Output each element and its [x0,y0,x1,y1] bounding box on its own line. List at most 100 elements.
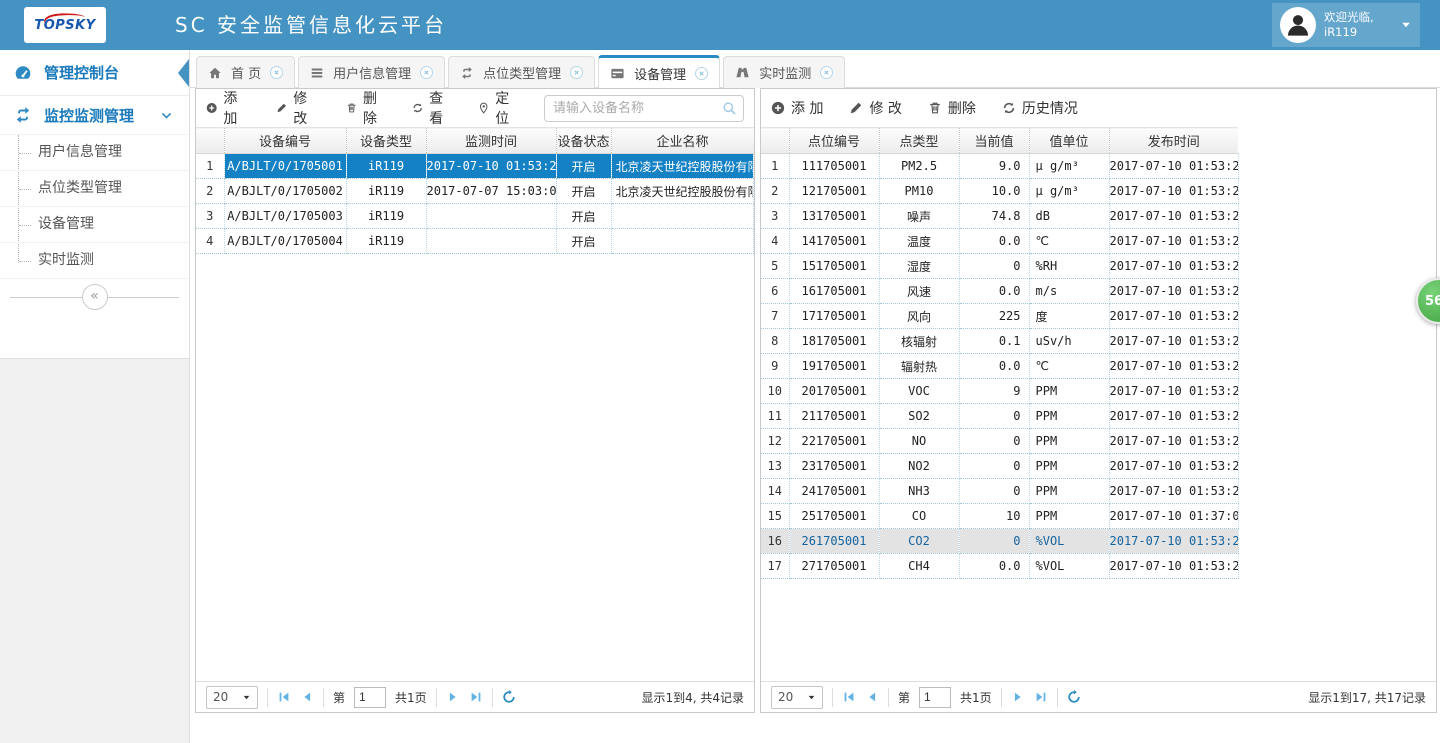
col-device-type[interactable]: 设备类型 [346,128,426,154]
tab-device-management[interactable]: 设备管理 [598,55,720,88]
close-icon[interactable] [695,67,708,80]
table-row[interactable]: 10201705001VOC9PPM2017-07-10 01:53:22 [761,379,1238,404]
view-button[interactable]: 查看 [412,88,452,128]
table-row[interactable]: 16261705001CO20%VOL2017-07-10 01:53:22 [761,529,1238,554]
cell: 9.0 [959,154,1029,179]
main-content: 首 页 用户信息管理 点位类型管理 设备管理 实时监测 添 [190,50,1440,743]
tab-realtime-monitor[interactable]: 实时监测 [723,56,845,88]
col-monitor-time[interactable]: 监测时间 [426,128,556,154]
collapse-icon[interactable]: « [82,284,108,310]
table-row[interactable]: 7171705001风向225度2017-07-10 01:53:21 [761,304,1238,329]
next-page-button[interactable] [1011,690,1025,704]
table-row[interactable]: 12221705001NO0PPM2017-07-10 01:53:21 [761,429,1238,454]
table-row[interactable]: 9191705001辐射热0.0℃2017-07-10 01:53:21 [761,354,1238,379]
cell: PPM [1029,379,1109,404]
history-button[interactable]: 历史情况 [1002,98,1078,118]
last-page-button[interactable] [469,690,483,704]
history-label: 历史情况 [1022,98,1078,118]
monitor-toolbar: 添 加 修 改 删除 历史情况 [761,89,1436,127]
cell: 风向 [879,304,959,329]
col-point-type[interactable]: 点类型 [879,128,959,154]
search-icon[interactable] [722,101,737,116]
add-button[interactable]: 添 加 [206,88,250,128]
tab-user-info[interactable]: 用户信息管理 [298,56,445,88]
table-row[interactable]: 1111705001PM2.59.0μ g/m³2017-07-10 01:53… [761,154,1238,179]
sidebar-item-device[interactable]: 设备管理 [0,207,189,243]
page-size-select[interactable]: 20 [771,686,823,709]
person-icon [1285,12,1311,38]
sidebar-item-dashboard[interactable]: 管理控制台 [0,50,189,96]
close-icon[interactable] [420,66,433,79]
cell: 181705001 [789,329,879,354]
table-row[interactable]: 8181705001核辐射0.1uSv/h2017-07-10 01:53:21 [761,329,1238,354]
cell: 2017-07-10 01:53:21 [1109,429,1238,454]
sidebar-item-user-info[interactable]: 用户信息管理 [0,135,189,171]
tab-home[interactable]: 首 页 [196,56,295,88]
badge-value: 56 [1425,294,1440,309]
delete-button[interactable]: 删除 [928,98,976,118]
edit-button[interactable]: 修 改 [276,88,320,128]
close-icon[interactable] [270,66,283,79]
table-row[interactable]: 13231705001NO20PPM2017-07-10 01:53:22 [761,454,1238,479]
page-size-value: 20 [778,690,793,704]
table-row[interactable]: 14241705001NH30PPM2017-07-10 01:53:21 [761,479,1238,504]
table-row[interactable]: 5151705001湿度0%RH2017-07-10 01:53:22 [761,254,1238,279]
delete-button[interactable]: 删除 [346,88,386,128]
row-number: 10 [761,379,789,404]
table-row[interactable]: 3131705001噪声74.8dB2017-07-10 01:53:22 [761,204,1238,229]
cell: 211705001 [789,404,879,429]
table-row[interactable]: 6161705001风速0.0m/s2017-07-10 01:53:21 [761,279,1238,304]
page-number-input[interactable] [919,687,951,708]
table-row[interactable]: 4A/BJLT/0/1705004iR119开启 [196,229,754,254]
reload-button[interactable] [502,690,516,705]
col-point-id[interactable]: 点位编号 [789,128,879,154]
page-number-input[interactable] [354,687,386,708]
table-row[interactable]: 4141705001温度0.0℃2017-07-10 01:53:22 [761,229,1238,254]
search-input[interactable] [544,95,744,122]
prev-page-button[interactable] [865,690,879,704]
col-device-id[interactable]: 设备编号 [224,128,346,154]
cell: μ g/m³ [1029,154,1109,179]
prev-page-button[interactable] [300,690,314,704]
cell: 131705001 [789,204,879,229]
sidebar-collapse[interactable]: « [0,283,189,313]
sidebar-item-monitoring[interactable]: 监控监测管理 [0,96,189,134]
page-prefix-label: 第 [898,689,910,706]
last-page-button[interactable] [1034,690,1048,704]
close-icon[interactable] [820,66,833,79]
col-value-unit[interactable]: 值单位 [1029,128,1109,154]
sidebar-item-realtime[interactable]: 实时监测 [0,243,189,279]
table-row[interactable]: 17271705001CH40.0%VOL2017-07-10 01:53:21 [761,554,1238,579]
active-pennant-icon [178,59,189,87]
table-row[interactable]: 11211705001SO20PPM2017-07-10 01:53:22 [761,404,1238,429]
table-row[interactable]: 15251705001CO10PPM2017-07-10 01:37:01 [761,504,1238,529]
first-page-button[interactable] [842,690,856,704]
trash-icon [346,101,357,115]
page-size-select[interactable]: 20 [206,686,258,709]
tab-label: 用户信息管理 [333,63,411,82]
add-button[interactable]: 添 加 [771,98,823,118]
caret-down-icon[interactable] [1400,19,1412,31]
col-device-status[interactable]: 设备状态 [556,128,611,154]
tab-label: 首 页 [231,63,261,82]
refresh-icon [412,101,423,115]
table-row[interactable]: 2121705001PM1010.0μ g/m³2017-07-10 01:53… [761,179,1238,204]
locate-button[interactable]: 定位 [478,88,518,128]
close-icon[interactable] [570,66,583,79]
reload-button[interactable] [1067,690,1081,705]
cell: 温度 [879,229,959,254]
col-enterprise[interactable]: 企业名称 [611,128,754,154]
table-row[interactable]: 1A/BJLT/0/1705001iR1192017-07-10 01:53:2… [196,154,754,179]
next-page-button[interactable] [446,690,460,704]
sidebar-item-point-type[interactable]: 点位类型管理 [0,171,189,207]
edit-button[interactable]: 修 改 [849,98,901,118]
tab-point-type[interactable]: 点位类型管理 [448,56,595,88]
cell: PPM [1029,429,1109,454]
col-publish-time[interactable]: 发布时间 [1109,128,1238,154]
first-page-button[interactable] [277,690,291,704]
table-row[interactable]: 3A/BJLT/0/1705003iR119开启 [196,204,754,229]
row-number: 11 [761,404,789,429]
col-current-value[interactable]: 当前值 [959,128,1029,154]
table-row[interactable]: 2A/BJLT/0/1705002iR1192017-07-07 15:03:0… [196,179,754,204]
user-menu[interactable]: 欢迎光临, iR119 [1272,3,1420,47]
